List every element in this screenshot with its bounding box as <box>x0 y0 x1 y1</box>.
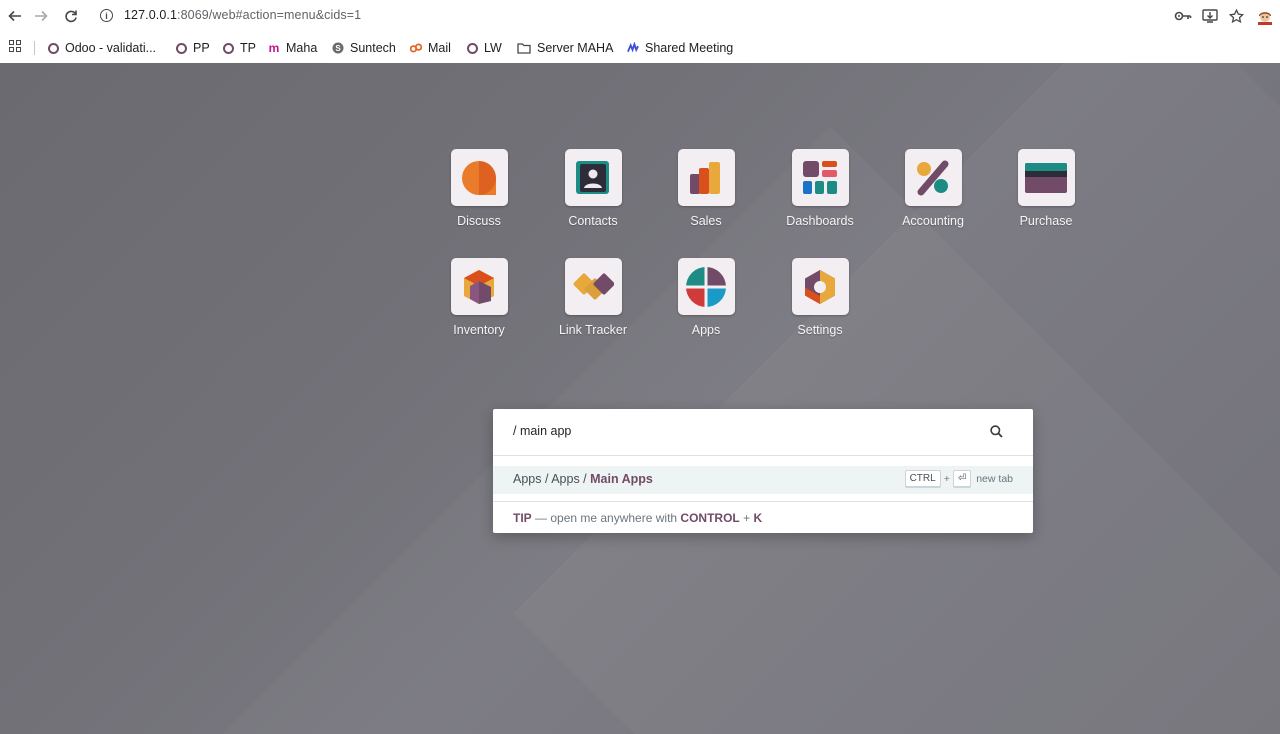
bookmark-pp[interactable]: PP <box>175 38 210 58</box>
bookmark-label: Mail <box>428 41 451 55</box>
app-discuss[interactable]: Discuss <box>424 149 534 228</box>
install-app-icon[interactable] <box>1196 3 1223 30</box>
tip-label: TIP <box>513 511 532 525</box>
app-apps[interactable]: Apps <box>651 258 761 337</box>
app-purchase[interactable]: Purchase <box>991 149 1101 228</box>
bookmark-suntech[interactable]: S Suntech <box>332 38 396 58</box>
new-tab-hotkey-hint: CTRL + ⏎ new tab <box>904 470 1013 487</box>
home-menu-background: Discuss Contacts Sales Dashboards Accoun… <box>0 63 1280 734</box>
odoo-ring-icon <box>466 42 478 54</box>
new-tab-text: new tab <box>976 472 1013 485</box>
app-sales[interactable]: Sales <box>651 149 761 228</box>
discuss-icon <box>450 149 508 206</box>
app-label: Discuss <box>457 214 501 228</box>
bookmarks-bar: Odoo - validati... PP TP m Maha S Suntec… <box>0 32 1280 63</box>
bookmark-odoo-validation[interactable]: Odoo - validati... <box>47 38 156 58</box>
bookmark-label: LW <box>484 41 502 55</box>
m-logo-icon: m <box>268 41 280 55</box>
profile-avatar[interactable] <box>1250 1 1280 31</box>
bookmark-label: Maha <box>286 41 318 55</box>
bookmark-mail[interactable]: Mail <box>410 38 451 58</box>
app-label: Dashboards <box>786 214 854 228</box>
bookmark-label: Odoo - validati... <box>65 41 157 55</box>
odoo-ring-icon <box>222 42 234 54</box>
palette-search-input[interactable] <box>513 424 973 438</box>
tip-key-control: CONTROL <box>680 511 740 525</box>
settings-icon <box>791 258 849 315</box>
app-label: Apps <box>691 323 721 337</box>
arrow-left-icon <box>8 10 21 22</box>
bookmark-star-icon[interactable] <box>1223 3 1250 30</box>
apps-icon <box>677 258 735 315</box>
palette-tip-row: TIP — open me anywhere with CONTROL + K <box>493 501 1033 533</box>
app-label: Inventory <box>453 323 505 337</box>
search-icon[interactable] <box>990 425 1003 443</box>
palette-result-item[interactable]: Apps / Apps / Main Apps CTRL + ⏎ new tab <box>493 466 1033 494</box>
bookmark-shared-meeting[interactable]: Shared Meeting <box>627 38 733 58</box>
s-logo-icon: S <box>332 42 344 54</box>
bookmark-label: PP <box>193 41 210 55</box>
url-host: 127.0.0.1 <box>124 8 178 22</box>
command-palette: Apps / Apps / Main Apps CTRL + ⏎ new tab… <box>493 409 1033 533</box>
odoo-ring-icon <box>47 42 59 54</box>
svg-text:S: S <box>335 44 341 53</box>
link-tracker-icon <box>564 258 622 315</box>
bookmark-maha[interactable]: m Maha <box>268 38 318 58</box>
sales-icon <box>677 149 735 206</box>
plus-sign: + <box>943 472 950 485</box>
tip-plus: + <box>739 511 754 525</box>
result-breadcrumb: Apps / Apps / <box>513 472 591 486</box>
reload-button[interactable] <box>56 1 86 31</box>
browser-toolbar: i 127.0.0.1:8069/web#action=menu&cids=1 <box>0 0 1280 32</box>
odoo-ring-icon <box>175 42 187 54</box>
folder-icon <box>517 42 531 54</box>
arrow-right-icon <box>35 10 48 22</box>
enter-key-icon: ⏎ <box>952 470 972 487</box>
app-contacts[interactable]: Contacts <box>538 149 648 228</box>
app-label: Settings <box>797 323 843 337</box>
bookmark-label: Shared Meeting <box>645 41 734 55</box>
reload-icon <box>65 10 77 23</box>
result-highlight: Main Apps <box>590 472 653 486</box>
bookmarks-separator <box>34 41 35 55</box>
app-label: Purchase <box>1019 214 1073 228</box>
site-info-icon[interactable]: i <box>100 9 113 22</box>
tip-text: — open me anywhere with <box>531 511 681 525</box>
app-label: Accounting <box>902 214 964 228</box>
bookmark-tp[interactable]: TP <box>222 38 256 58</box>
bookmark-label: Suntech <box>350 41 396 55</box>
app-label: Contacts <box>568 214 618 228</box>
app-label: Link Tracker <box>558 323 628 337</box>
palette-search-row <box>493 409 1033 456</box>
app-label: Sales <box>690 214 722 228</box>
forward-button[interactable] <box>26 1 56 31</box>
contacts-icon <box>564 149 622 206</box>
tip-key-k: K <box>753 511 763 525</box>
purchase-icon <box>1017 149 1075 206</box>
palette-tip: TIP — open me anywhere with CONTROL + K <box>513 511 762 525</box>
bookmark-server-maha[interactable]: Server MAHA <box>517 38 613 58</box>
password-key-icon[interactable] <box>1169 3 1196 30</box>
result-path: Apps / Apps / Main Apps <box>513 472 653 486</box>
toolbar-actions <box>1169 0 1280 32</box>
dashboards-icon <box>791 149 849 206</box>
app-link-tracker[interactable]: Link Tracker <box>538 258 648 337</box>
bookmark-lw[interactable]: LW <box>466 38 502 58</box>
app-accounting[interactable]: Accounting <box>878 149 988 228</box>
url-path: :8069/web#action=menu&cids=1 <box>177 8 362 22</box>
accounting-icon <box>904 149 962 206</box>
app-dashboards[interactable]: Dashboards <box>765 149 875 228</box>
bookmark-label: Server MAHA <box>537 41 614 55</box>
inventory-icon <box>450 258 508 315</box>
meeting-logo-icon <box>627 42 639 54</box>
avatar-icon <box>1258 12 1272 25</box>
bookmark-label: TP <box>240 41 256 55</box>
mail-logo-icon <box>410 42 422 54</box>
apps-grid-icon[interactable] <box>9 40 21 52</box>
app-inventory[interactable]: Inventory <box>424 258 534 337</box>
ctrl-key: CTRL <box>904 470 941 487</box>
address-bar[interactable]: 127.0.0.1:8069/web#action=menu&cids=1 <box>124 8 361 22</box>
app-settings[interactable]: Settings <box>765 258 875 337</box>
